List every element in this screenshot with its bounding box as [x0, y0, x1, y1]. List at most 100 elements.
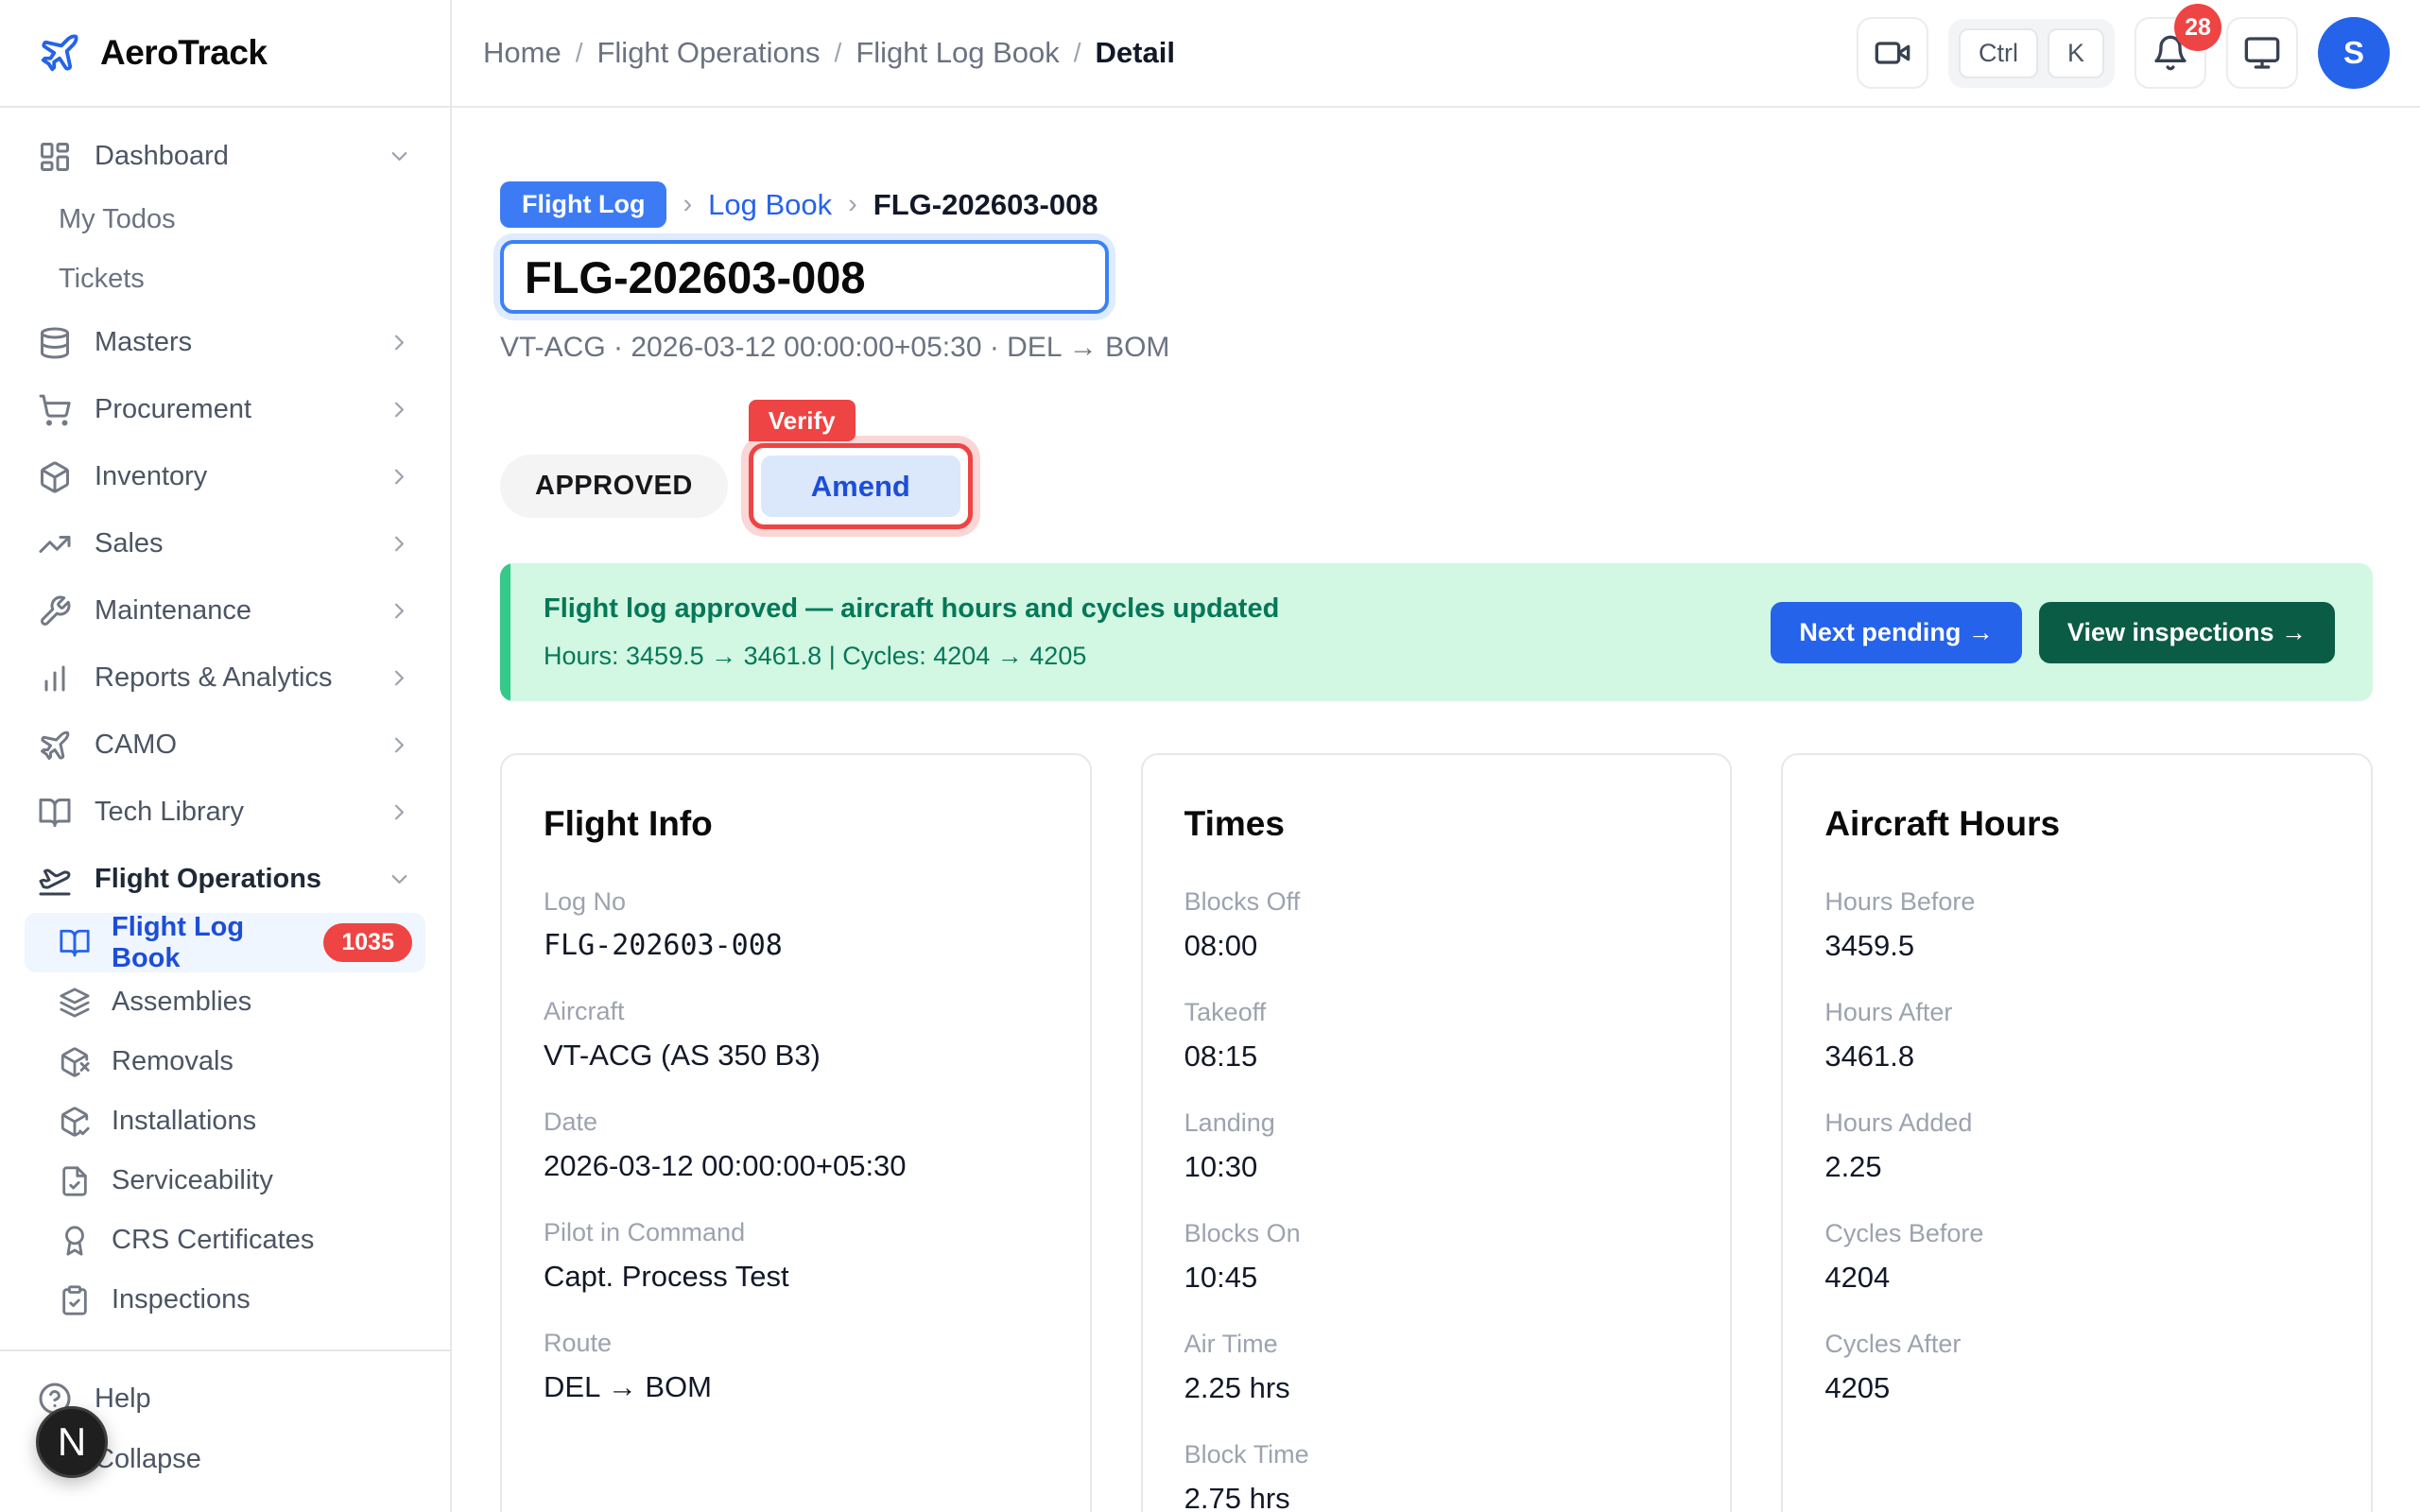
command-shortcut[interactable]: CtrlK [1948, 19, 2115, 88]
sidebar-item-label: Tickets [59, 264, 145, 295]
chevron-right-icon [387, 732, 412, 758]
field-label: Cycles Before [1824, 1219, 2329, 1248]
field-value: 2.25 [1824, 1150, 2329, 1184]
sidebar-item-crs-certificates[interactable]: CRS Certificates [25, 1211, 425, 1270]
plane-icon [38, 729, 72, 763]
keycap-ctrl: Ctrl [1959, 28, 2038, 78]
sidebar-item-installations[interactable]: Installations [25, 1091, 425, 1151]
sidebar-item-label: CAMO [95, 730, 177, 761]
log-title-input[interactable] [500, 240, 1109, 314]
field-value: 2026-03-12 00:00:00+05:30 [544, 1149, 1048, 1183]
sidebar-item-label: Procurement [95, 394, 251, 425]
field-pilot-in-command: Pilot in CommandCapt. Process Test [544, 1218, 1048, 1294]
sidebar-item-label: Help [95, 1383, 151, 1415]
field-value: 4205 [1824, 1371, 2329, 1405]
sidebar-item-label: Reports & Analytics [95, 662, 332, 694]
sidebar-item-label: Masters [95, 327, 192, 358]
sidebar-item-inventory[interactable]: Inventory [25, 443, 425, 510]
app-title: AeroTrack [100, 33, 268, 73]
field-value: 2.25 hrs [1184, 1371, 1689, 1405]
field-label: Date [544, 1108, 1048, 1137]
card-title: Times [1184, 804, 1689, 844]
field-value: 08:00 [1184, 929, 1689, 963]
sidebar-item-label: Sales [95, 528, 164, 559]
dev-overlay-badge[interactable]: N [36, 1406, 108, 1478]
layout-dashboard-icon [38, 140, 72, 174]
field-value: 3459.5 [1824, 929, 2329, 963]
sidebar-item-reports-analytics[interactable]: Reports & Analytics [25, 644, 425, 712]
sidebar-item-sales[interactable]: Sales [25, 510, 425, 577]
sidebar-item-flight-operations[interactable]: Flight Operations [25, 846, 425, 913]
breadcrumb: Home/Flight Operations/Flight Log Book/D… [483, 36, 1175, 70]
sidebar-item-label: Flight Log Book [112, 912, 302, 974]
notifications-button[interactable]: 28 [2135, 17, 2206, 89]
sidebar-item-label: My Todos [59, 204, 176, 235]
view-inspections-button[interactable]: View inspections → [2039, 602, 2335, 663]
sidebar-item-my-todos[interactable]: My Todos [25, 190, 425, 249]
user-avatar[interactable]: S [2318, 17, 2390, 89]
display-button[interactable] [2226, 17, 2298, 89]
chevron-right-icon [387, 799, 412, 825]
chevron-right-icon [387, 531, 412, 557]
sidebar-item-flight-log-book[interactable]: Flight Log Book 1035 [25, 913, 425, 972]
field-value: 10:30 [1184, 1150, 1689, 1184]
breadcrumb-item[interactable]: Flight Log Book [856, 36, 1059, 70]
sidebar-item-removals[interactable]: Removals [25, 1032, 425, 1091]
record-id: FLG-202603-008 [873, 188, 1098, 222]
pending-count-badge: 1035 [323, 923, 412, 962]
sidebar-item-label: Installations [112, 1106, 256, 1137]
sidebar-item-label: Collapse [95, 1444, 201, 1475]
sidebar-item-label: Flight Operations [95, 864, 321, 895]
field-route: RouteDEL → BOM [544, 1329, 1048, 1404]
breadcrumb-item[interactable]: Flight Operations [596, 36, 820, 70]
next-pending-button[interactable]: Next pending → [1771, 602, 2022, 663]
breadcrumb-slash: / [1074, 38, 1081, 68]
sidebar-item-inspections[interactable]: Inspections [25, 1270, 425, 1330]
field-label: Route [544, 1329, 1048, 1358]
sidebar-item-masters[interactable]: Masters [25, 309, 425, 376]
field-blocks-off: Blocks Off 08:00 [1184, 887, 1689, 963]
field-log-no: Log NoFLG-202603-008 [544, 887, 1048, 962]
sidebar-item-camo[interactable]: CAMO [25, 712, 425, 779]
sidebar-item-serviceability[interactable]: Serviceability [25, 1151, 425, 1211]
field-label: Hours Before [1824, 887, 2329, 917]
sidebar-item-tech-library[interactable]: Tech Library [25, 779, 425, 846]
video-button[interactable] [1857, 17, 1928, 89]
amend-button[interactable]: Amend [761, 455, 960, 517]
field-label: Block Time [1184, 1440, 1689, 1469]
breadcrumb-item: Detail [1096, 36, 1175, 70]
shopping-cart-icon [38, 393, 72, 427]
sidebar-item-label: Inventory [95, 461, 207, 492]
layers-icon [59, 987, 91, 1019]
sidebar-item-maintenance[interactable]: Maintenance [25, 577, 425, 644]
file-check-icon [59, 1165, 91, 1197]
field-hours-after: Hours After3461.8 [1824, 998, 2329, 1074]
field-label: Landing [1184, 1108, 1689, 1138]
flight-log-tag: Flight Log [500, 181, 666, 228]
field-value: 10:45 [1184, 1261, 1689, 1295]
field-landing: Landing 10:30 [1184, 1108, 1689, 1184]
field-air-time: Air Time 2.25 hrs [1184, 1330, 1689, 1405]
success-banner: Flight log approved — aircraft hours and… [500, 563, 2373, 701]
sidebar-item-dashboard[interactable]: Dashboard [25, 123, 425, 190]
chevron-right-icon [387, 598, 412, 624]
chevron-right-icon [387, 665, 412, 691]
app-logo[interactable]: AeroTrack [0, 0, 450, 108]
log-book-link[interactable]: Log Book [708, 188, 832, 222]
breadcrumb-item[interactable]: Home [483, 36, 562, 70]
field-label: Blocks Off [1184, 887, 1689, 917]
field-cycles-before: Cycles Before4204 [1824, 1219, 2329, 1295]
sidebar-item-tickets[interactable]: Tickets [25, 249, 425, 309]
field-cycles-after: Cycles After4205 [1824, 1330, 2329, 1405]
card-title: Aircraft Hours [1824, 804, 2329, 844]
sidebar-item-procurement[interactable]: Procurement [25, 376, 425, 443]
notification-count-badge: 28 [2174, 4, 2221, 51]
sidebar-item-assemblies[interactable]: Assemblies [25, 972, 425, 1032]
record-breadcrumb: Flight Log › Log Book › FLG-202603-008 [500, 181, 2373, 228]
field-label: Air Time [1184, 1330, 1689, 1359]
field-label: Takeoff [1184, 998, 1689, 1027]
clipboard-check-icon [59, 1284, 91, 1316]
field-hours-added: Hours Added2.25 [1824, 1108, 2329, 1184]
sidebar-footer: Help CollapseN [0, 1349, 450, 1512]
chevron-right-icon [387, 330, 412, 355]
